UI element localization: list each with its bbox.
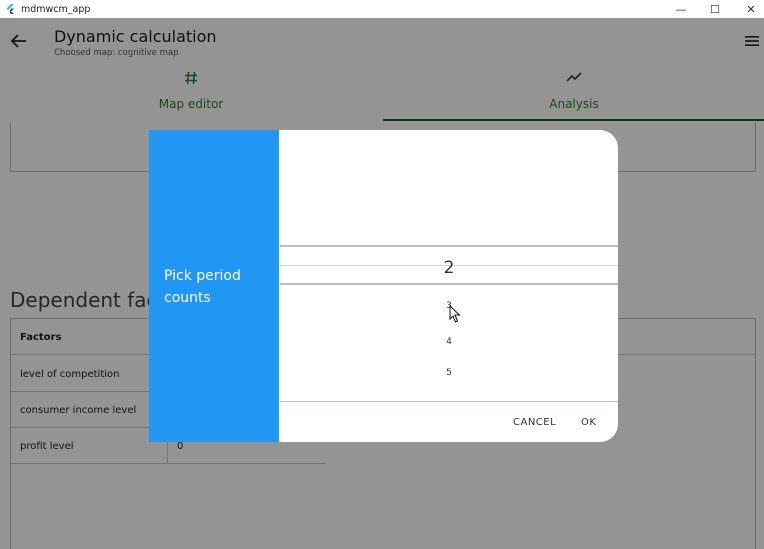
number-picker[interactable]: 2 3 4 5	[280, 130, 618, 402]
picker-top-line	[280, 245, 618, 247]
window-titlebar: mdmwcm_app	[0, 0, 764, 18]
dialog-header-panel: Pick period counts	[149, 130, 279, 442]
picker-option[interactable]: 5	[280, 368, 618, 378]
maximize-button[interactable]: ☐	[697, 0, 733, 18]
mouse-cursor-icon	[449, 305, 461, 323]
period-picker-dialog: Pick period counts 2 3 4 5 CANCEL OK	[149, 130, 618, 442]
dialog-divider	[280, 401, 618, 402]
window-title: mdmwcm_app	[21, 3, 91, 15]
close-window-button[interactable]: ✕	[733, 0, 764, 18]
picker-option[interactable]: 4	[280, 337, 618, 347]
cancel-button[interactable]: CANCEL	[513, 417, 556, 428]
flutter-logo-icon	[6, 4, 14, 14]
minimize-button[interactable]: —	[663, 0, 699, 18]
picker-bottom-line	[280, 283, 618, 285]
ok-button[interactable]: OK	[581, 417, 596, 428]
maximize-icon: ☐	[710, 2, 720, 16]
picker-selected-value[interactable]: 2	[280, 258, 618, 278]
minimize-icon: —	[675, 2, 687, 16]
dialog-title: Pick period counts	[164, 268, 241, 306]
close-icon: ✕	[746, 2, 756, 16]
